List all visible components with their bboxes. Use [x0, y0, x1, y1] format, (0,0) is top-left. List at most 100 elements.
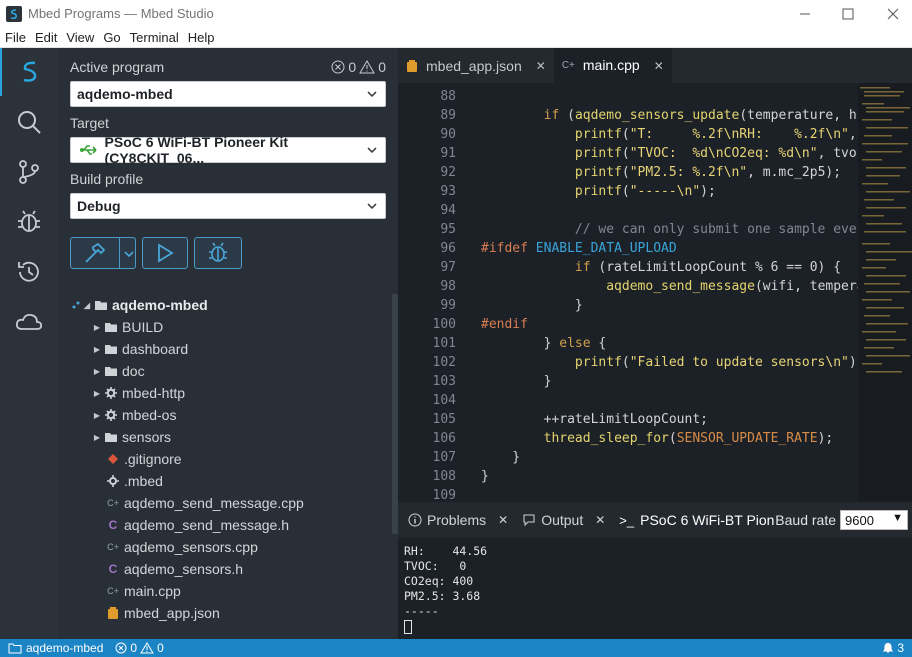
search-icon[interactable]	[0, 98, 58, 146]
code-line: thread_sleep_for(SENSOR_UPDATE_RATE);	[543, 431, 834, 446]
sidebar: Active program 0 0 aqdemo-mbed Target PS…	[58, 48, 398, 639]
bottom-panel: Problems ✕ Output ✕ >_ PSoC 6 WiFi-BT Pi…	[398, 502, 912, 639]
chevron-right-icon[interactable]: ▶	[92, 389, 102, 398]
notifications[interactable]: 3	[882, 641, 904, 655]
menu-go[interactable]: Go	[103, 30, 124, 45]
warning-count: 0	[378, 59, 386, 75]
line-number: 92	[440, 165, 456, 180]
terminal-cursor[interactable]	[404, 620, 412, 634]
chevron-down-icon	[367, 91, 377, 98]
cpp-file-icon: C+	[107, 498, 119, 508]
tree-item-label: mbed_app.json	[124, 605, 220, 621]
baud-rate: Baud rate 9600 ▼	[775, 510, 908, 530]
gear-icon	[104, 386, 118, 400]
tree-item[interactable]: ▶ mbed-os	[92, 404, 177, 426]
serial-output: RH: 44.56 TVOC: 0 CO2eq: 400 PM2.5: 3.68…	[404, 544, 488, 618]
cloud-icon[interactable]	[0, 298, 58, 346]
baud-rate-value: 9600	[845, 512, 874, 528]
problems-counter[interactable]: 0 0	[331, 59, 386, 75]
active-program-value: aqdemo-mbed	[77, 86, 173, 102]
folder-icon	[8, 643, 22, 654]
code-area[interactable]: if (aqdemo_sensors_update(temperature, h…	[398, 85, 858, 502]
debug-icon[interactable]	[0, 198, 58, 246]
tab-label: Output	[541, 512, 584, 528]
run-button[interactable]	[142, 237, 188, 269]
tab-output[interactable]: Output ✕	[522, 512, 605, 528]
menu-help[interactable]: Help	[188, 30, 219, 45]
tab-problems[interactable]: Problems ✕	[408, 512, 508, 528]
tree-item[interactable]: C+ aqdemo_sensors.cpp	[104, 536, 258, 558]
line-number: 96	[440, 241, 456, 256]
code-line: if (rateLimitLoopCount % 6 == 0) {	[574, 260, 842, 275]
build-button[interactable]	[70, 237, 136, 269]
tab-main-cpp[interactable]: C+ main.cpp ✕	[553, 48, 672, 83]
history-icon[interactable]	[0, 248, 58, 296]
close-icon[interactable]	[870, 0, 912, 27]
tree-item[interactable]: .mbed	[104, 470, 163, 492]
menu-view[interactable]: View	[66, 30, 98, 45]
chevron-right-icon[interactable]: ▶	[92, 367, 102, 376]
tree-item[interactable]: ▶ sensors	[92, 426, 171, 448]
tree-item[interactable]: .gitignore	[104, 448, 182, 470]
close-tab-icon[interactable]: ✕	[595, 513, 605, 527]
tree-item-label: aqdemo_sensors.cpp	[124, 539, 258, 555]
header-file-icon: C	[108, 562, 118, 576]
build-profile-select[interactable]: Debug	[70, 193, 386, 219]
debug-button[interactable]	[194, 237, 242, 269]
panel-tabs: Problems ✕ Output ✕ >_ PSoC 6 WiFi-BT Pi…	[398, 502, 912, 538]
gear-icon	[104, 408, 118, 422]
active-program-label: Active program	[70, 59, 165, 75]
status-program[interactable]: aqdemo-mbed	[26, 641, 103, 655]
chevron-right-icon[interactable]: ▶	[92, 411, 102, 420]
baud-rate-select[interactable]: 9600 ▼	[840, 510, 908, 530]
cpp-file-icon: C+	[107, 542, 119, 552]
tree-item[interactable]: mbed_app.json	[104, 602, 220, 624]
tree-item[interactable]: ▶ BUILD	[92, 316, 163, 338]
chevron-right-icon[interactable]: ▶	[92, 323, 102, 332]
folder-icon	[104, 430, 118, 444]
status-errors[interactable]: 0	[130, 641, 137, 655]
menu-file[interactable]: File	[5, 30, 30, 45]
chevron-down-icon[interactable]	[123, 249, 135, 259]
minimize-icon[interactable]	[782, 0, 828, 27]
bell-icon	[883, 642, 894, 653]
tree-item[interactable]: ▶ doc	[92, 360, 145, 382]
tree-root[interactable]: ◢ aqdemo-mbed	[72, 294, 208, 316]
bug-icon	[209, 242, 227, 262]
tree-item[interactable]: ▶ mbed-http	[92, 382, 185, 404]
folder-icon	[104, 364, 118, 378]
tab-serial-monitor[interactable]: >_ PSoC 6 WiFi-BT Pion	[619, 512, 774, 528]
close-tab-icon[interactable]: ✕	[498, 513, 508, 527]
tree-item[interactable]: C+ main.cpp	[104, 580, 181, 602]
close-tab-icon[interactable]: ✕	[536, 59, 546, 73]
tree-item[interactable]: ▶ dashboard	[92, 338, 188, 360]
minimap[interactable]	[858, 83, 912, 502]
maximize-icon[interactable]	[825, 0, 871, 27]
status-warnings[interactable]: 0	[157, 641, 164, 655]
code-line: printf("-----\n");	[574, 184, 716, 199]
tree-item-label: mbed-http	[122, 385, 186, 401]
line-number: 109	[432, 488, 456, 502]
line-number: 90	[440, 127, 456, 142]
close-tab-icon[interactable]: ✕	[654, 59, 664, 73]
tree-item[interactable]: C+ aqdemo_send_message.cpp	[104, 492, 304, 514]
active-program-select[interactable]: aqdemo-mbed	[70, 81, 386, 107]
chevron-right-icon[interactable]: ▶	[92, 433, 102, 442]
activity-bar	[0, 48, 58, 639]
chevron-down-icon: ▼	[892, 512, 903, 524]
line-number: 99	[440, 298, 456, 313]
menu-terminal[interactable]: Terminal	[130, 30, 183, 45]
line-number: 102	[432, 355, 456, 370]
cpp-file-icon: C+	[107, 586, 119, 596]
chevron-right-icon[interactable]: ▶	[92, 345, 102, 354]
tree-item[interactable]: Caqdemo_send_message.h	[104, 514, 289, 536]
menu-edit[interactable]: Edit	[35, 30, 61, 45]
tab-label: Problems	[427, 512, 487, 528]
mbed-logo-icon[interactable]	[0, 48, 58, 96]
tree-item-label: .gitignore	[124, 451, 182, 467]
target-select[interactable]: PSoC 6 WiFi-BT Pioneer Kit (CY8CKIT_06..…	[70, 134, 386, 166]
tree-item[interactable]: Caqdemo_sensors.h	[104, 558, 243, 580]
code-line: // we can only submit one sample ever	[574, 222, 858, 237]
source-control-icon[interactable]	[0, 148, 58, 196]
tab-mbed-app-json[interactable]: mbed_app.json ✕	[398, 48, 554, 83]
